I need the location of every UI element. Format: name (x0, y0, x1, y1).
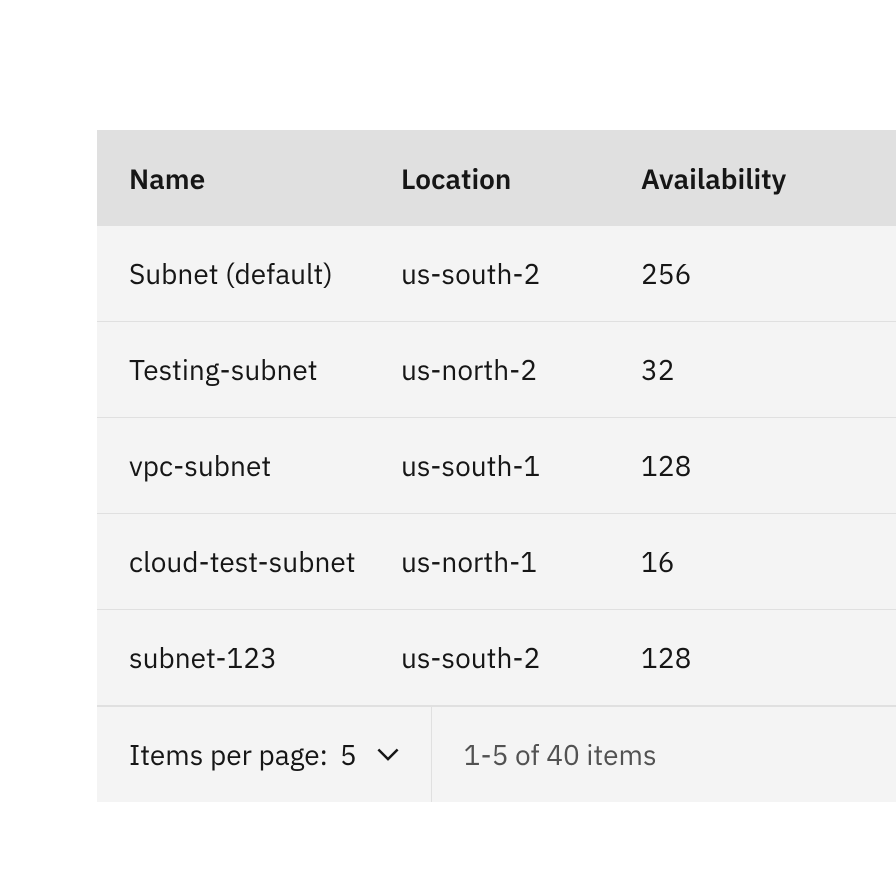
table-row[interactable]: cloud-test-subnet us-north-1 16 (97, 514, 896, 610)
cell-location: us-south-1 (401, 447, 641, 484)
cell-location: us-south-2 (401, 639, 641, 676)
cell-location: us-south-2 (401, 255, 641, 292)
table-row[interactable]: vpc-subnet us-south-1 128 (97, 418, 896, 514)
header-name[interactable]: Name (97, 160, 401, 197)
cell-availability: 16 (641, 543, 896, 580)
cell-name: vpc-subnet (97, 447, 401, 484)
subnet-table: Name Location Availability Subnet (defau… (97, 130, 896, 802)
pagination-range-text: 1-5 of 40 items (432, 736, 657, 773)
cell-availability: 128 (641, 639, 896, 676)
items-per-page-select[interactable]: Items per page: 5 (97, 707, 432, 802)
cell-name: subnet-123 (97, 639, 401, 676)
table-row[interactable]: Testing-subnet us-north-2 32 (97, 322, 896, 418)
cell-name: Subnet (default) (97, 255, 401, 292)
cell-availability: 256 (641, 255, 896, 292)
header-availability[interactable]: Availability (641, 160, 896, 197)
cell-name: Testing-subnet (97, 351, 401, 388)
items-per-page-label: Items per page: (129, 736, 328, 773)
cell-availability: 128 (641, 447, 896, 484)
cell-name: cloud-test-subnet (97, 543, 401, 580)
cell-location: us-north-1 (401, 543, 641, 580)
table-row[interactable]: subnet-123 us-south-2 128 (97, 610, 896, 706)
cell-location: us-north-2 (401, 351, 641, 388)
table-row[interactable]: Subnet (default) us-south-2 256 (97, 226, 896, 322)
pagination-bar: Items per page: 5 1-5 of 40 items (97, 706, 896, 802)
chevron-down-icon (377, 748, 399, 762)
table-header-row: Name Location Availability (97, 130, 896, 226)
cell-availability: 32 (641, 351, 896, 388)
items-per-page-value: 5 (340, 736, 357, 773)
header-location[interactable]: Location (401, 160, 641, 197)
